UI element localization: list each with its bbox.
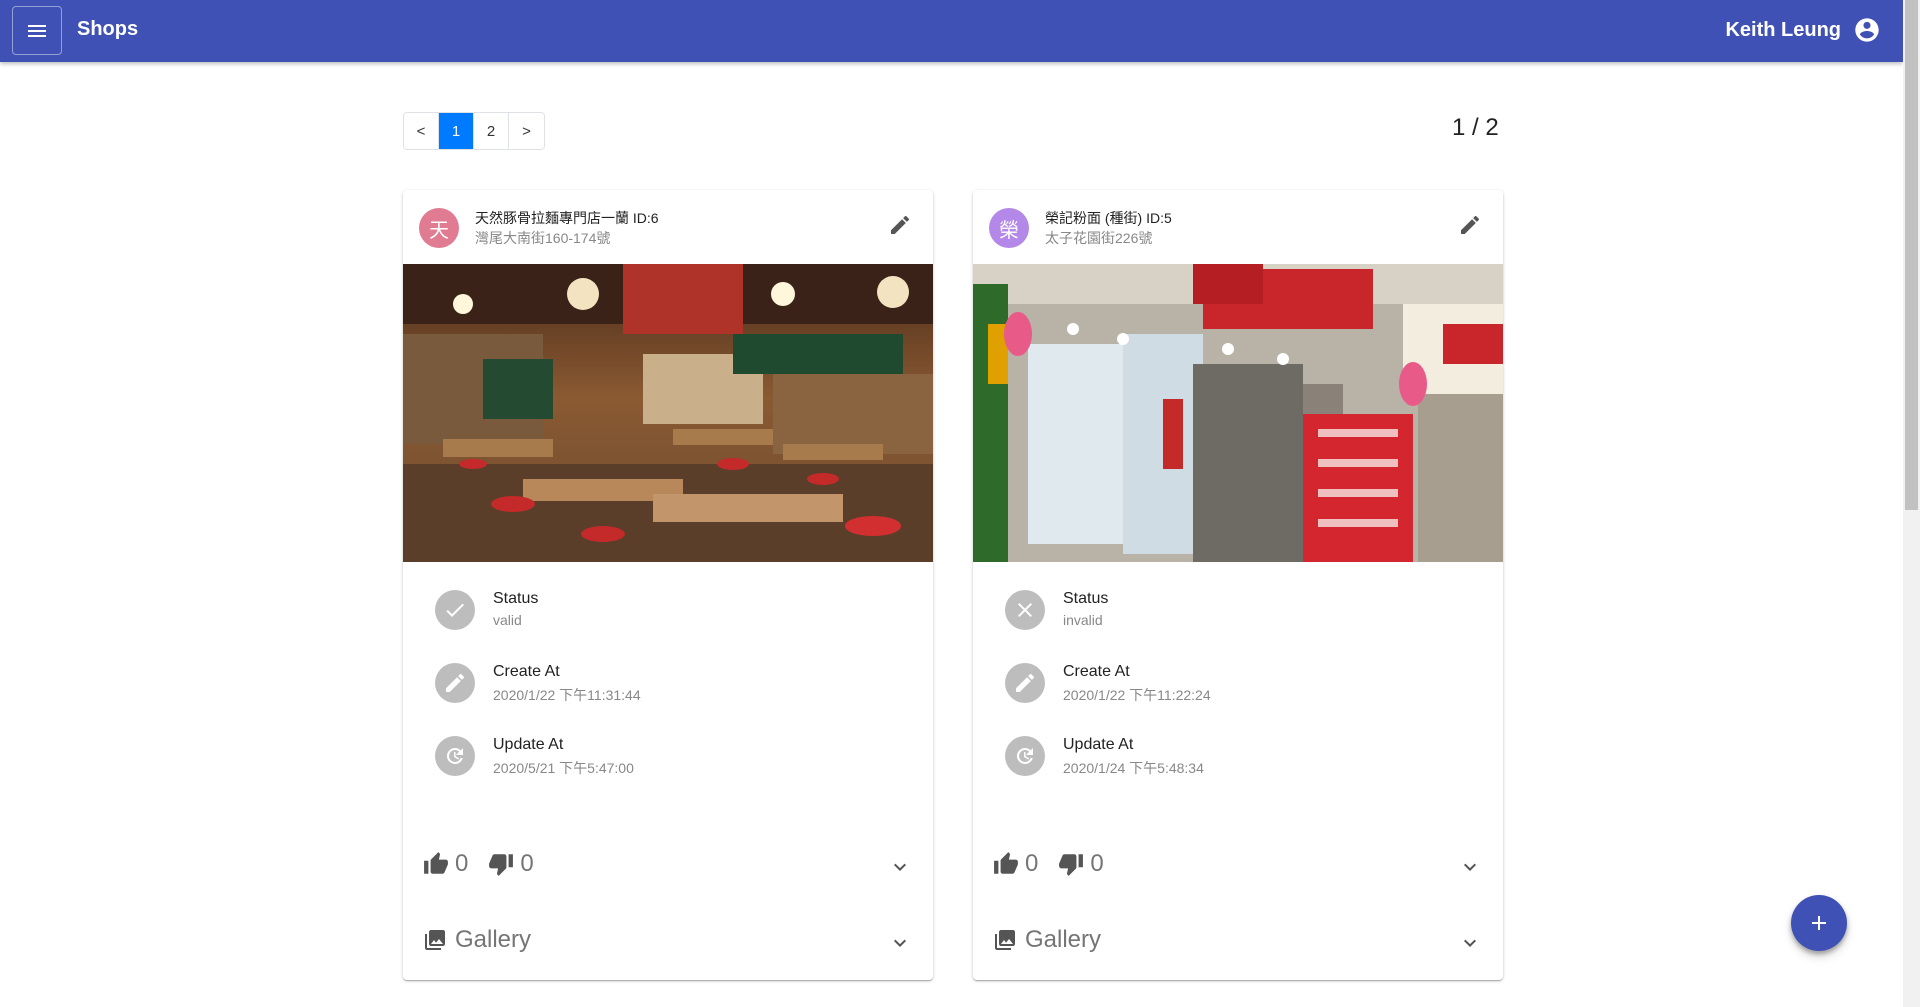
pencil-icon	[1461, 215, 1480, 234]
page-scrollbar[interactable]	[1903, 0, 1920, 1007]
create-at-item: Create At 2020/1/22 下午11:31:44	[435, 663, 905, 713]
like-count: 0	[455, 850, 469, 877]
photo-library-icon	[995, 930, 1015, 950]
create-at-value: 2020/1/22 下午11:22:24	[1063, 687, 1211, 703]
gallery-section[interactable]: Gallery	[993, 926, 1101, 954]
create-at-label: Create At	[1063, 663, 1130, 680]
menu-icon	[28, 24, 46, 37]
expand-votes-button[interactable]	[885, 852, 915, 882]
page-button-2[interactable]: 2	[474, 113, 509, 149]
thumb-down-icon	[489, 854, 514, 876]
expand-gallery-button[interactable]	[1455, 928, 1485, 958]
thumb-up-icon	[424, 852, 448, 874]
photo-library-icon	[425, 930, 445, 950]
next-page-button[interactable]: >	[509, 113, 544, 149]
restaurant-photo	[403, 264, 933, 562]
shop-address: 太子花園街226號	[1045, 230, 1153, 246]
dislike-count: 0	[1090, 850, 1104, 877]
shop-card: 天 天然豚骨拉麵專門店一蘭 ID:6 灣尾大南街160-174號 Status …	[403, 190, 933, 980]
page-indicator: 1 / 2	[1452, 114, 1499, 141]
status-label: Status	[493, 590, 539, 607]
shop-title: 天然豚骨拉麵專門店一蘭 ID:6	[475, 210, 659, 226]
menu-button[interactable]	[12, 6, 62, 55]
update-icon	[1005, 736, 1045, 776]
pencil-icon	[891, 215, 910, 234]
update-at-item: Update At 2020/1/24 下午5:48:34	[1005, 736, 1475, 786]
status-item: Status invalid	[1005, 590, 1475, 640]
update-at-label: Update At	[493, 736, 564, 753]
status-label: Status	[1063, 590, 1109, 607]
status-value: invalid	[1063, 612, 1103, 628]
update-at-label: Update At	[1063, 736, 1134, 753]
add-icon	[1812, 916, 1826, 930]
dislike-button[interactable]: 0	[1058, 850, 1104, 878]
pagination: < 1 2 >	[403, 112, 545, 150]
like-count: 0	[1025, 850, 1039, 877]
shop-title: 榮記粉面 (種街) ID:5	[1045, 210, 1172, 226]
vote-bar: 0 0	[423, 850, 554, 878]
shop-card: 榮 榮記粉面 (種街) ID:5 太子花園街226號 Status invali…	[973, 190, 1503, 980]
expand-votes-button[interactable]	[1455, 852, 1485, 882]
app-title: Shops	[77, 18, 139, 40]
update-icon	[435, 736, 475, 776]
account-circle-icon	[1855, 18, 1879, 42]
user-menu[interactable]: Keith Leung	[1725, 16, 1881, 44]
shop-avatar: 榮	[989, 208, 1029, 248]
like-button[interactable]: 0	[993, 850, 1038, 878]
app-bar: Shops Keith Leung	[0, 0, 1903, 62]
user-name: Keith Leung	[1725, 18, 1841, 41]
shop-avatar: 天	[419, 208, 459, 248]
dislike-count: 0	[520, 850, 534, 877]
chevron-down-icon	[1464, 863, 1476, 871]
card-header: 榮 榮記粉面 (種街) ID:5 太子花園街226號	[973, 190, 1503, 264]
add-shop-button[interactable]	[1791, 895, 1847, 951]
scrollbar-thumb[interactable]	[1905, 0, 1918, 510]
status-item: Status valid	[435, 590, 905, 640]
chevron-down-icon	[1464, 939, 1476, 947]
thumb-up-icon	[994, 852, 1018, 874]
gallery-section[interactable]: Gallery	[423, 926, 531, 954]
gallery-label: Gallery	[1025, 926, 1102, 953]
edit-shop-button[interactable]	[885, 210, 915, 240]
chevron-down-icon	[894, 863, 906, 871]
create-at-item: Create At 2020/1/22 下午11:22:24	[1005, 663, 1475, 713]
check-icon	[435, 590, 475, 630]
card-header: 天 天然豚骨拉麵專門店一蘭 ID:6 灣尾大南街160-174號	[403, 190, 933, 264]
dislike-button[interactable]: 0	[488, 850, 534, 878]
edit-shop-button[interactable]	[1455, 210, 1485, 240]
prev-page-button[interactable]: <	[404, 113, 439, 149]
gallery-label: Gallery	[455, 926, 532, 953]
status-value: valid	[493, 612, 522, 628]
page-button-1[interactable]: 1	[439, 113, 474, 149]
create-at-label: Create At	[493, 663, 560, 680]
storefront-photo	[973, 264, 1503, 562]
pencil-icon	[435, 663, 475, 703]
chevron-down-icon	[894, 939, 906, 947]
thumb-down-icon	[1059, 854, 1084, 876]
shop-address: 灣尾大南街160-174號	[475, 230, 611, 246]
create-at-value: 2020/1/22 下午11:31:44	[493, 687, 641, 703]
pencil-icon	[1005, 663, 1045, 703]
update-at-value: 2020/1/24 下午5:48:34	[1063, 760, 1204, 776]
close-icon	[1005, 590, 1045, 630]
shop-photo	[973, 264, 1503, 562]
shop-photo	[403, 264, 933, 562]
vote-bar: 0 0	[993, 850, 1124, 878]
update-at-value: 2020/5/21 下午5:47:00	[493, 760, 634, 776]
expand-gallery-button[interactable]	[885, 928, 915, 958]
like-button[interactable]: 0	[423, 850, 468, 878]
update-at-item: Update At 2020/5/21 下午5:47:00	[435, 736, 905, 786]
